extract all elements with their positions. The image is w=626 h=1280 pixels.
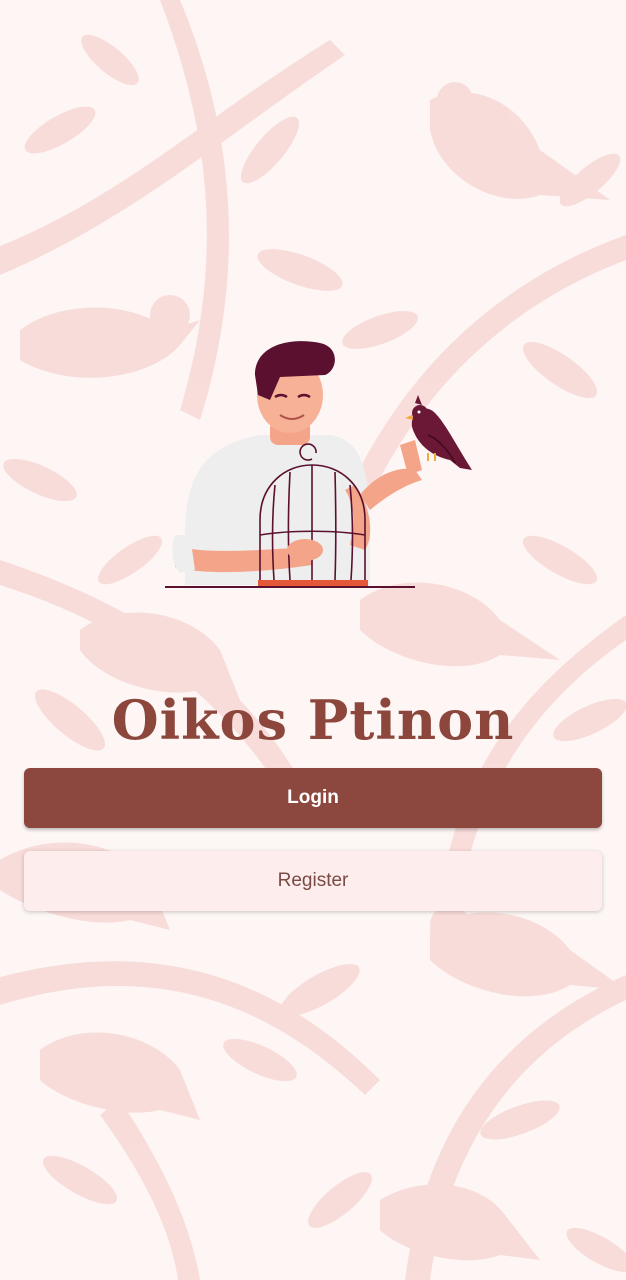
- register-button-label: Register: [277, 870, 349, 891]
- login-button[interactable]: Login: [24, 768, 602, 828]
- register-button[interactable]: Register: [24, 851, 602, 911]
- login-button-label: Login: [287, 787, 339, 808]
- background-pattern: [0, 0, 626, 1280]
- app-title: Oikos Ptinon: [111, 688, 515, 752]
- man-with-birdcage-illustration: [165, 341, 472, 588]
